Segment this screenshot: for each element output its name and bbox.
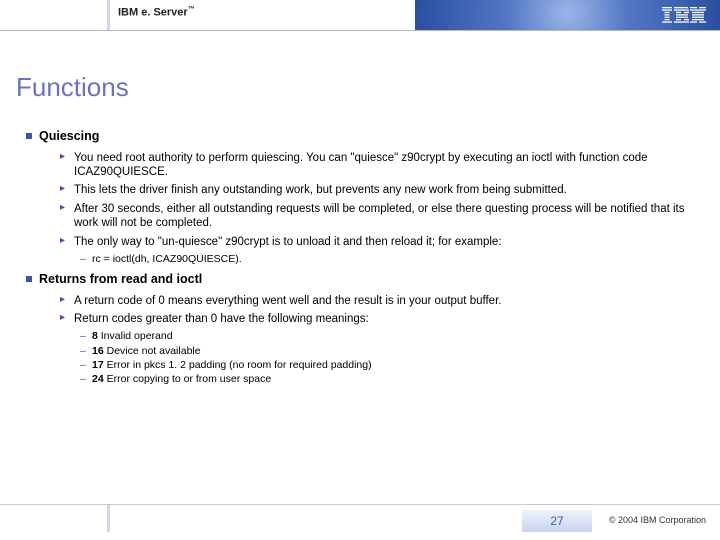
return-text: Invalid operand (98, 330, 173, 342)
bullet-list: You need root authority to perform quies… (26, 151, 700, 249)
bullet-list: A return code of 0 means everything went… (26, 294, 700, 327)
list-item: 8 Invalid operand (80, 330, 700, 343)
slide-content: Quiescing You need root authority to per… (0, 103, 720, 386)
header-blue-panel (415, 0, 720, 30)
copyright-text: © 2004 IBM Corporation (609, 515, 706, 525)
list-item: This lets the driver finish any outstand… (60, 183, 700, 197)
section-heading-text: Returns from read and ioctl (39, 272, 202, 286)
sub-dash-list: rc = ioctl(dh, ICAZ90QUIESCE). (26, 253, 700, 266)
list-item: rc = ioctl(dh, ICAZ90QUIESCE). (80, 253, 700, 266)
square-bullet-icon (26, 133, 32, 139)
section-heading-text: Quiescing (39, 129, 99, 143)
list-item: Return codes greater than 0 have the fol… (60, 312, 700, 326)
product-text: IBM e. Server (118, 7, 188, 19)
page-title: Functions (16, 72, 720, 103)
footer-accent-bar (107, 505, 110, 532)
section-heading: Quiescing (26, 129, 700, 145)
list-item: The only way to "un-quiesce" z90crypt is… (60, 235, 700, 249)
return-code: 24 (92, 373, 104, 385)
return-text: Error copying to or from user space (104, 373, 271, 385)
sub-dash-list: 8 Invalid operand 16 Device not availabl… (26, 330, 700, 386)
return-text: Error in pkcs 1. 2 padding (no room for … (104, 359, 372, 371)
return-code: 17 (92, 359, 104, 371)
return-code: 16 (92, 345, 104, 357)
list-item: 24 Error copying to or from user space (80, 373, 700, 386)
product-name: IBM e. Server™ (118, 6, 195, 19)
return-text: Device not available (104, 345, 201, 357)
trademark-symbol: ™ (188, 6, 195, 13)
page-number: 27 (522, 510, 592, 532)
list-item: A return code of 0 means everything went… (60, 294, 700, 308)
header-divider (0, 30, 720, 31)
list-item: You need root authority to perform quies… (60, 151, 700, 180)
ibm-logo-icon (662, 7, 706, 24)
list-item: 17 Error in pkcs 1. 2 padding (no room f… (80, 359, 700, 372)
footer-bar: 27 © 2004 IBM Corporation (0, 504, 720, 540)
section-heading: Returns from read and ioctl (26, 272, 700, 288)
list-item: 16 Device not available (80, 345, 700, 358)
square-bullet-icon (26, 276, 32, 282)
header-bar: IBM e. Server™ (0, 0, 720, 34)
list-item: After 30 seconds, either all outstanding… (60, 202, 700, 231)
header-accent-bar (107, 0, 110, 30)
